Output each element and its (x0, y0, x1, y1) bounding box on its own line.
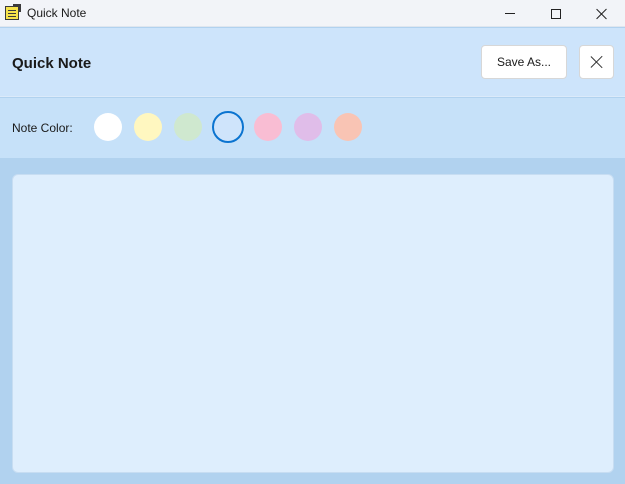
window-close-button[interactable] (579, 0, 625, 27)
color-swatch[interactable] (94, 113, 122, 141)
maximize-icon (551, 8, 561, 19)
save-as-button[interactable]: Save As... (481, 45, 567, 79)
close-icon (590, 55, 604, 69)
color-swatch[interactable] (254, 113, 282, 141)
app-header: Quick Note Save As... (0, 28, 625, 97)
color-swatch[interactable] (294, 113, 322, 141)
note-text-area[interactable] (12, 174, 614, 473)
close-icon (596, 8, 608, 20)
color-swatches (94, 111, 374, 143)
maximize-button[interactable] (533, 0, 579, 27)
close-note-button[interactable] (579, 45, 614, 79)
note-color-bar: Note Color: (0, 98, 625, 158)
window-controls (487, 0, 625, 27)
notepad-icon (5, 4, 21, 20)
minimize-icon (505, 13, 515, 14)
color-swatch[interactable] (334, 113, 362, 141)
page-title: Quick Note (12, 55, 92, 72)
note-color-label: Note Color: (12, 121, 73, 135)
window-title-bar[interactable]: Quick Note (0, 0, 625, 27)
minimize-button[interactable] (487, 0, 533, 27)
color-swatch[interactable] (134, 113, 162, 141)
color-swatch[interactable] (174, 113, 202, 141)
color-swatch[interactable] (212, 111, 244, 143)
window-title: Quick Note (27, 6, 87, 20)
